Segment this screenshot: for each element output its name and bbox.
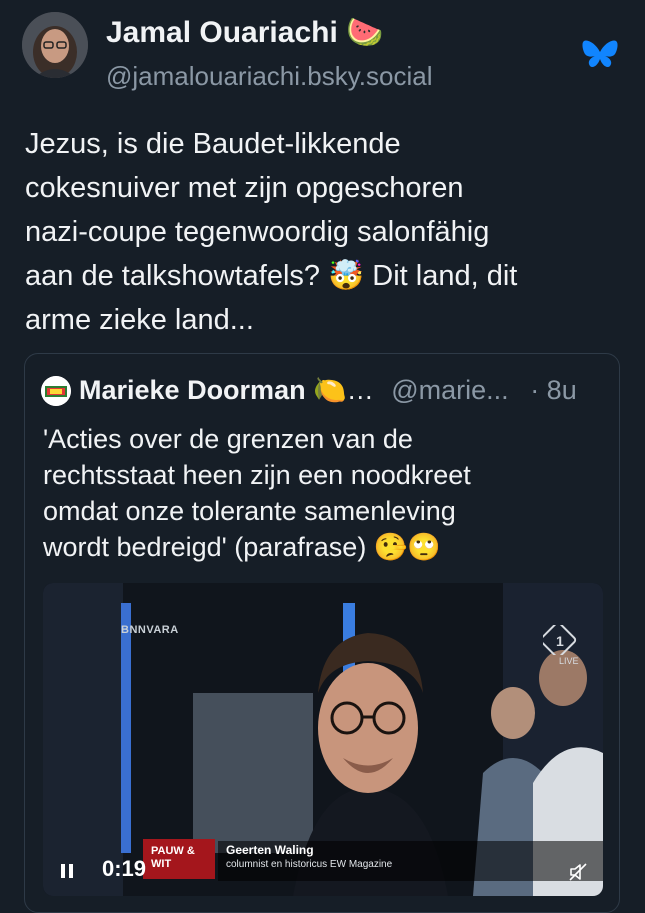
video-timestamp: 0:19 (102, 856, 147, 881)
quote-text: 'Acties over de grenzen van de rechtssta… (43, 424, 471, 562)
author-handle[interactable]: @jamalouariachi.bsky.social (106, 61, 433, 92)
show-logo: PAUW & WIT (143, 839, 215, 879)
quote-author-handle[interactable]: @marie... (391, 375, 508, 405)
svg-text:1: 1 (556, 633, 564, 649)
mute-icon[interactable] (569, 863, 587, 881)
live-badge: LIVE (559, 656, 579, 666)
quote-timestamp[interactable]: · 8u (530, 375, 577, 405)
bluesky-butterfly-icon[interactable] (582, 38, 618, 70)
quote-author-avatar[interactable] (41, 376, 71, 406)
guest-role: columnist en historicus EW Magazine (226, 859, 393, 870)
post-text: Jezus, is die Baudet-likkende cokesnuive… (25, 128, 518, 336)
pause-icon[interactable] (61, 864, 73, 878)
quote-author-name[interactable]: Marieke Doorman (79, 375, 306, 405)
guest-name: Geerten Waling (226, 843, 314, 857)
author-name-row[interactable]: Jamal Ouariachi 🍉 (106, 15, 384, 50)
channel-logo: BNNVARA (121, 624, 179, 636)
npo1-logo-icon: 1 (543, 625, 577, 655)
author-name[interactable]: Jamal Ouariachi (106, 16, 338, 49)
quote-author-emoji: 🍋… (313, 375, 374, 405)
video-player[interactable]: BNNVARA 1 LIVE PAUW & WIT Geerten Waling… (43, 583, 603, 896)
author-emoji: 🍉 (346, 16, 384, 49)
author-avatar[interactable] (22, 12, 88, 78)
quote-header[interactable]: Marieke Doorman 🍋… @marie... · 8u (79, 374, 577, 406)
quote-card[interactable]: Marieke Doorman 🍋… @marie... · 8u 'Actie… (24, 353, 620, 913)
